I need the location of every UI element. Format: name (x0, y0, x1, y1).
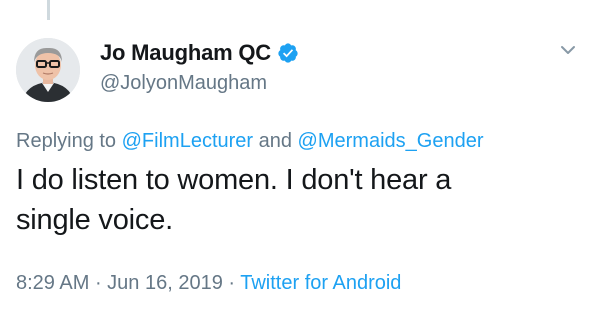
replying-to-prefix: Replying to (16, 130, 122, 152)
author-display-name[interactable]: Jo Maugham QC (100, 40, 271, 66)
mention-link-mermaids-gender[interactable]: @Mermaids_Gender (298, 130, 484, 152)
tweet-source-link[interactable]: Twitter for Android (240, 272, 401, 294)
tweet-meta: 8:29 AM · Jun 16, 2019 · Twitter for And… (16, 272, 401, 295)
replying-to-line: Replying to @FilmLecturer and @Mermaids_… (16, 130, 483, 153)
avatar-image (16, 38, 80, 102)
mention-link-filmlecturer[interactable]: @FilmLecturer (122, 130, 253, 152)
author-name-row: Jo Maugham QC (100, 38, 299, 68)
tweet-text: I do listen to women. I don't hear a sin… (16, 160, 586, 240)
replying-to-conjunction: and (253, 130, 298, 152)
author-handle[interactable]: @JolyonMaugham (100, 72, 299, 95)
tweet-text-line-1: I do listen to women. I don't hear a (16, 164, 452, 196)
avatar[interactable] (16, 38, 80, 102)
thread-connector-line (47, 0, 50, 20)
chevron-down-icon[interactable] (558, 40, 578, 60)
author-block: Jo Maugham QC @JolyonMaugham (100, 38, 299, 95)
tweet-date[interactable]: Jun 16, 2019 (107, 272, 223, 294)
tweet-text-line-2: single voice. (16, 204, 173, 236)
meta-separator: · (222, 272, 241, 294)
tweet-time[interactable]: 8:29 AM (16, 272, 89, 294)
verified-badge-icon (277, 42, 299, 64)
meta-separator: · (89, 272, 108, 294)
tweet-card: Jo Maugham QC @JolyonMaugham Replying to… (0, 0, 600, 313)
